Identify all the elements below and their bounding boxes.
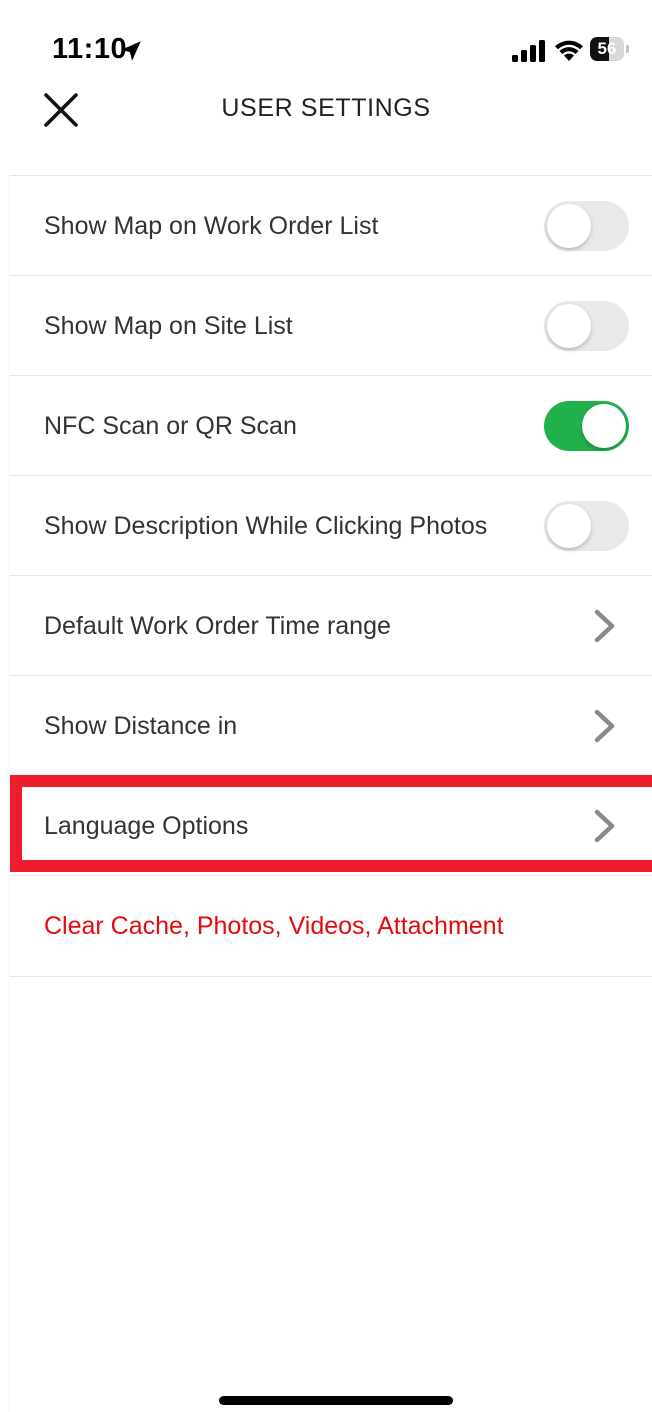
setting-nfc-or-qr-scan: NFC Scan or QR Scan	[10, 375, 652, 475]
clear-cache-button[interactable]: Clear Cache, Photos, Videos, Attachment	[10, 875, 652, 975]
chevron-right-icon	[594, 809, 615, 843]
setting-label: Language Options	[44, 812, 249, 840]
setting-show-distance-in[interactable]: Show Distance in	[10, 675, 652, 775]
location-arrow-icon	[121, 41, 141, 61]
setting-show-description-photos: Show Description While Clicking Photos	[10, 475, 652, 575]
status-time: 11:10	[52, 33, 128, 65]
nfc-qr-scan-toggle[interactable]	[544, 401, 629, 451]
nav-bar: USER SETTINGS	[0, 90, 652, 176]
setting-show-map-site-list: Show Map on Site List	[10, 275, 652, 375]
settings-list: Show Map on Work Order List Show Map on …	[10, 175, 652, 975]
setting-default-work-order-time-range[interactable]: Default Work Order Time range	[10, 575, 652, 675]
setting-label: Show Map on Site List	[44, 312, 293, 340]
setting-show-map-work-order-list: Show Map on Work Order List	[10, 175, 652, 275]
page-title: USER SETTINGS	[221, 94, 431, 122]
setting-language-options[interactable]: Language Options	[10, 775, 652, 875]
wifi-icon	[555, 40, 583, 61]
show-map-site-list-toggle[interactable]	[544, 301, 629, 351]
status-bar: 11:10 56	[0, 0, 652, 90]
chevron-right-icon	[594, 609, 615, 643]
battery-indicator: 56	[590, 37, 630, 61]
setting-label: Default Work Order Time range	[44, 612, 391, 640]
setting-label: Show Description While Clicking Photos	[44, 512, 488, 540]
battery-level: 56	[597, 39, 617, 58]
setting-label: NFC Scan or QR Scan	[44, 412, 297, 440]
home-indicator	[219, 1396, 453, 1405]
cellular-signal-icon	[512, 40, 545, 62]
setting-label: Show Distance in	[44, 712, 238, 740]
chevron-right-icon	[594, 709, 615, 743]
divider	[10, 976, 652, 977]
show-description-photos-toggle[interactable]	[544, 501, 629, 551]
show-map-work-order-toggle[interactable]	[544, 201, 629, 251]
setting-label: Show Map on Work Order List	[44, 212, 379, 240]
clear-cache-label: Clear Cache, Photos, Videos, Attachment	[44, 912, 504, 940]
